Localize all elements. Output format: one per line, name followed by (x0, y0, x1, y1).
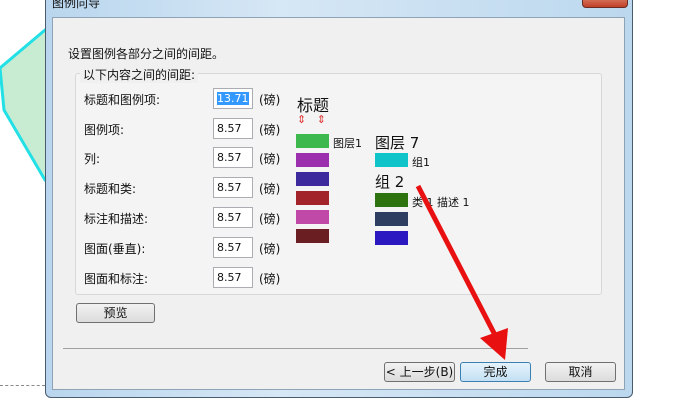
red-arrow-annotation (415, 184, 508, 360)
